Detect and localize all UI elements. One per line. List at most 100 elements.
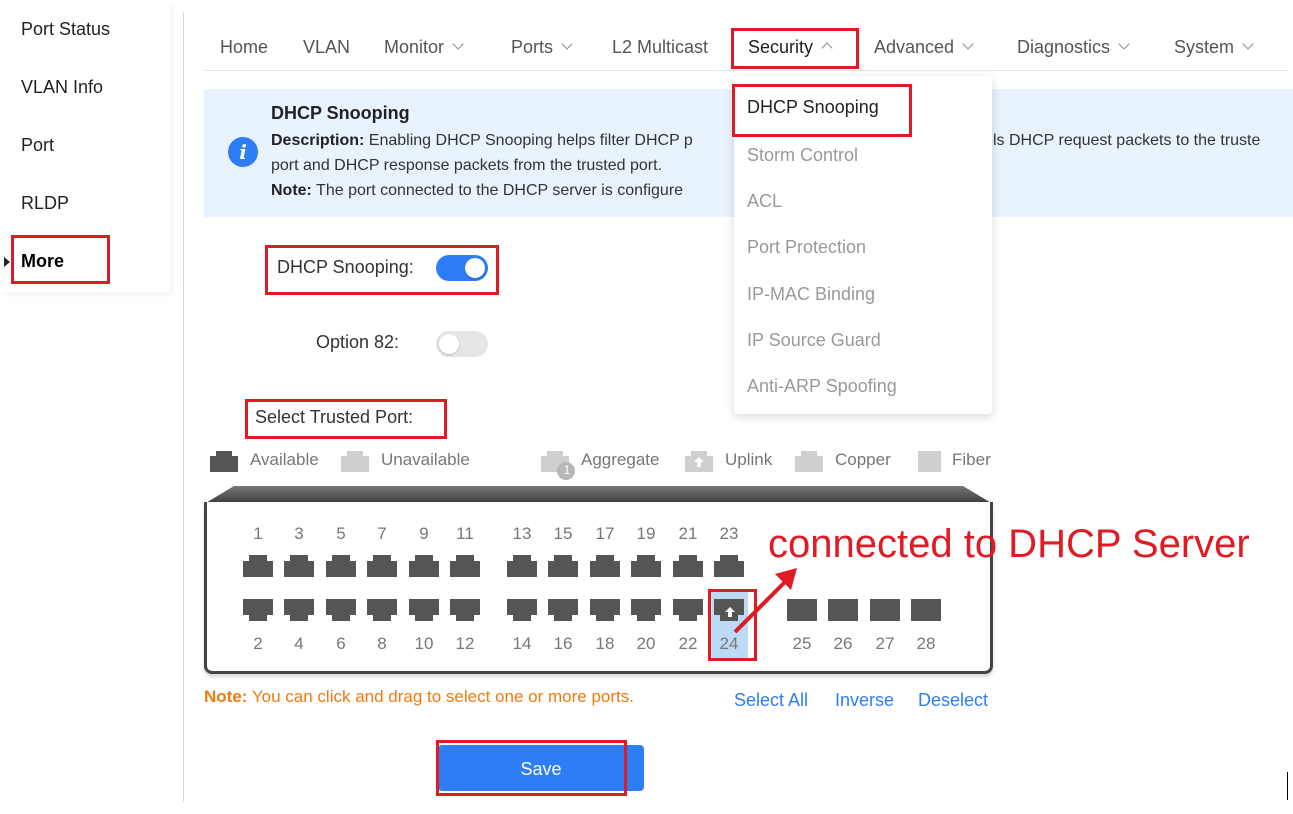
legend-unavailable: Unavailable — [381, 450, 470, 469]
port-10[interactable] — [408, 597, 440, 623]
tab-l2-multicast[interactable]: L2 Multicast — [612, 37, 708, 58]
port-number: 5 — [336, 524, 346, 543]
port-22[interactable] — [672, 597, 704, 623]
unavailable-port-icon — [341, 451, 369, 472]
dhcp-snooping-toggle[interactable] — [436, 255, 488, 281]
option82-toggle[interactable] — [436, 331, 488, 357]
tab-security[interactable]: Security — [748, 37, 833, 58]
port-number: 27 — [875, 634, 895, 653]
drag-select-note: Note: You can click and drag to select o… — [204, 687, 634, 706]
sidebar-item-vlan-info[interactable]: VLAN Info — [21, 77, 103, 98]
port-number: 23 — [719, 524, 739, 543]
port-1[interactable] — [242, 553, 274, 579]
port-12[interactable] — [449, 597, 481, 623]
port-18[interactable] — [589, 597, 621, 623]
menu-item-storm-control[interactable]: Storm Control — [747, 145, 858, 166]
menu-item-anti-arp-spoofing[interactable]: Anti-ARP Spoofing — [747, 376, 897, 397]
security-dropdown: DHCP Snooping Storm Control ACL Port Pro… — [734, 76, 992, 414]
aggregate-port-icon — [541, 451, 575, 480]
chevron-up-icon — [821, 42, 833, 54]
sidebar-item-port-status[interactable]: Port Status — [21, 19, 110, 40]
deselect-link[interactable]: Deselect — [918, 690, 988, 711]
fiber-port-icon — [913, 451, 941, 472]
port-7[interactable] — [366, 553, 398, 579]
port-number: 8 — [377, 634, 387, 653]
port-number: 19 — [636, 524, 656, 543]
banner-note: Note: The port connected to the DHCP ser… — [271, 182, 684, 199]
save-button[interactable]: Save — [438, 745, 644, 791]
tab-advanced[interactable]: Advanced — [874, 37, 974, 58]
port-number: 6 — [336, 634, 346, 653]
port-14[interactable] — [506, 597, 538, 623]
legend-available: Available — [250, 450, 319, 469]
copper-port-icon — [795, 451, 823, 472]
port-26[interactable] — [827, 597, 859, 623]
port-17[interactable] — [589, 553, 621, 579]
port-6[interactable] — [325, 597, 357, 623]
port-19[interactable] — [630, 553, 662, 579]
banner-description-tail: ls DHCP request packets to the truste — [993, 132, 1261, 149]
chevron-down-icon — [1118, 38, 1130, 50]
port-number: 4 — [294, 634, 304, 653]
port-number: 18 — [595, 634, 615, 653]
tab-diagnostics[interactable]: Diagnostics — [1017, 37, 1130, 58]
port-15[interactable] — [547, 553, 579, 579]
port-number: 10 — [414, 634, 434, 653]
sidebar-item-more[interactable]: More — [21, 251, 64, 272]
port-8[interactable] — [366, 597, 398, 623]
menu-item-ip-source-guard[interactable]: IP Source Guard — [747, 330, 881, 351]
text-cursor — [1287, 772, 1288, 800]
port-number: 16 — [553, 634, 573, 653]
tab-system[interactable]: System — [1174, 37, 1254, 58]
menu-item-acl[interactable]: ACL — [747, 191, 782, 212]
chevron-down-icon — [561, 38, 573, 50]
annotation-connected-to-dhcp-server: connected to DHCP Server — [768, 522, 1250, 566]
info-icon: i — [228, 137, 258, 167]
tab-vlan[interactable]: VLAN — [303, 37, 350, 58]
port-21[interactable] — [672, 553, 704, 579]
toggle-knob — [439, 334, 459, 354]
aggregate-badge: 1 — [563, 463, 571, 477]
port-5[interactable] — [325, 553, 357, 579]
port-number: 13 — [512, 524, 532, 543]
port-number: 12 — [455, 634, 475, 653]
port-4[interactable] — [283, 597, 315, 623]
chevron-down-icon — [962, 38, 974, 50]
inverse-link[interactable]: Inverse — [835, 690, 894, 711]
sidebar-item-port[interactable]: Port — [21, 135, 54, 156]
banner-title: DHCP Snooping — [271, 103, 410, 123]
port-3[interactable] — [283, 553, 315, 579]
port-number: 11 — [456, 524, 474, 543]
port-number: 7 — [377, 524, 387, 543]
port-number: 3 — [294, 524, 304, 543]
port-11[interactable] — [449, 553, 481, 579]
menu-item-dhcp-snooping[interactable]: DHCP Snooping — [747, 97, 879, 118]
tab-ports[interactable]: Ports — [511, 37, 573, 58]
chevron-down-icon — [1242, 38, 1254, 50]
legend-fiber: Fiber — [952, 450, 991, 469]
port-number: 22 — [678, 634, 698, 653]
port-20[interactable] — [630, 597, 662, 623]
port-2[interactable] — [242, 597, 274, 623]
menu-item-port-protection[interactable]: Port Protection — [747, 237, 866, 258]
port-27[interactable] — [869, 597, 901, 623]
select-all-link[interactable]: Select All — [734, 690, 808, 711]
tab-home[interactable]: Home — [220, 37, 268, 58]
port-number: 20 — [636, 634, 656, 653]
menu-item-ip-mac-binding[interactable]: IP-MAC Binding — [747, 284, 875, 305]
uplink-port-icon — [685, 451, 713, 472]
port-number: 26 — [833, 634, 853, 653]
port-13[interactable] — [506, 553, 538, 579]
available-port-icon — [210, 451, 238, 472]
select-trusted-port-label: Select Trusted Port: — [255, 407, 414, 427]
annotation-arrow-icon — [733, 568, 797, 634]
port-number: 17 — [595, 524, 615, 543]
port-number: 2 — [253, 634, 263, 653]
sidebar-item-rldp[interactable]: RLDP — [21, 193, 69, 214]
port-16[interactable] — [547, 597, 579, 623]
divider — [183, 12, 184, 802]
port-9[interactable] — [408, 553, 440, 579]
tab-monitor[interactable]: Monitor — [384, 37, 464, 58]
legend-aggregate: Aggregate — [581, 450, 660, 469]
port-28[interactable] — [910, 597, 942, 623]
